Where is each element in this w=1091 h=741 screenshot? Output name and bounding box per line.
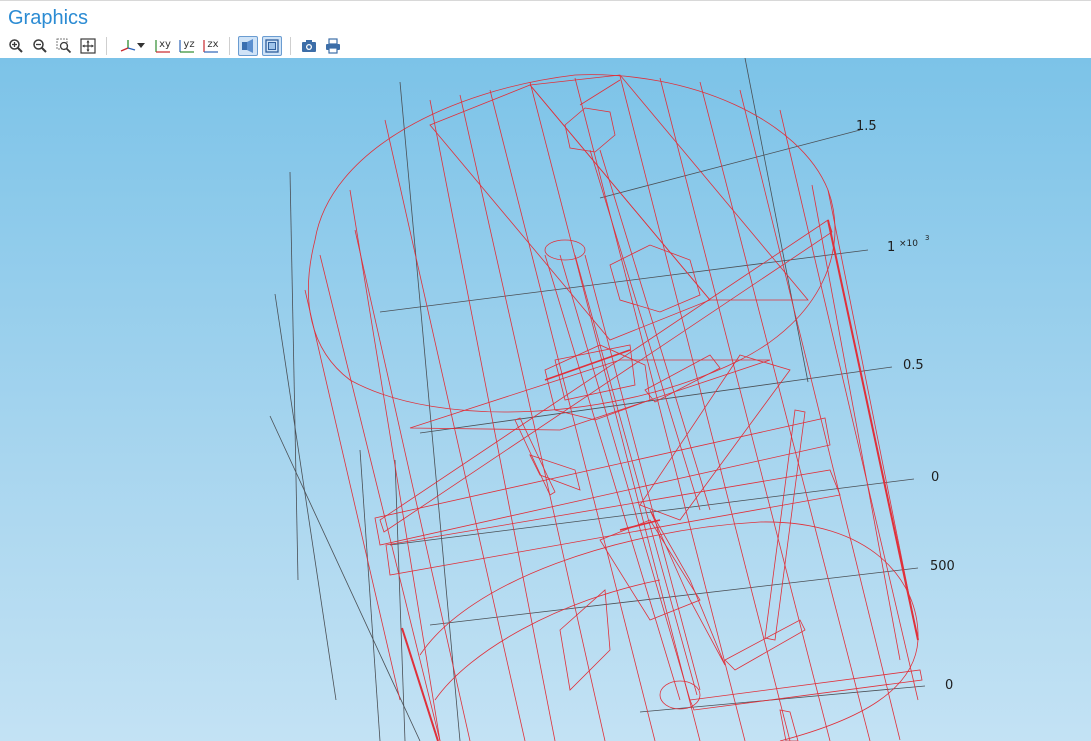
camera-icon [302, 40, 316, 52]
zx-label: zx [207, 38, 219, 50]
view-xy-button[interactable]: xy [153, 36, 173, 56]
axis-label: 1.5 [856, 119, 877, 134]
toolbar-separator [106, 37, 107, 55]
graphics-viewport[interactable]: 1.5 1 ×10 3 0.5 0 500 0 [0, 58, 1091, 741]
zoom-in-icon [9, 39, 23, 53]
toolbar-separator [229, 37, 230, 55]
transparency-button[interactable] [238, 36, 258, 56]
print-button[interactable] [323, 36, 343, 56]
view-zx-button[interactable]: zx [201, 36, 221, 56]
graphics-toolbar: xy yz zx [6, 36, 347, 56]
axes-icon [120, 40, 136, 52]
axis-label: 0 [931, 470, 939, 485]
screenshot-button[interactable] [299, 36, 319, 56]
view-yz-button[interactable]: yz [177, 36, 197, 56]
wireframe-icon [265, 39, 279, 53]
zoom-in-button[interactable] [6, 36, 26, 56]
axis-label-exponent: ×10 [899, 239, 918, 249]
view-axes-button[interactable] [115, 36, 149, 56]
graphics-window: Graphics xy yz zx 1.5 1 ×10 3 0.5 0 500 … [0, 0, 1091, 741]
axis-label: 500 [930, 559, 955, 574]
geometry-wireframe: 1.5 1 ×10 3 0.5 0 500 0 [269, 58, 955, 741]
zoom-box-button[interactable] [54, 36, 74, 56]
axis-label: 1 [887, 240, 895, 255]
zoom-box-icon [56, 38, 72, 54]
axis-label-power: 3 [925, 234, 929, 242]
zoom-extents-icon [80, 38, 96, 54]
axis-label: 0 [945, 678, 953, 693]
transparency-icon [242, 39, 253, 53]
panel-title: Graphics [8, 7, 89, 29]
xy-label: xy [159, 38, 171, 50]
zoom-out-icon [33, 39, 47, 53]
yz-label: yz [183, 38, 195, 50]
tank-geometry [304, 74, 923, 741]
graphics-header: Graphics xy yz zx [0, 0, 1091, 58]
chevron-down-icon [137, 43, 145, 48]
toolbar-separator [290, 37, 291, 55]
grid-lines [269, 58, 926, 741]
zoom-out-button[interactable] [30, 36, 50, 56]
zoom-extents-button[interactable] [78, 36, 98, 56]
print-icon [326, 38, 340, 54]
wireframe-button[interactable] [262, 36, 282, 56]
axis-label: 0.5 [903, 358, 924, 373]
